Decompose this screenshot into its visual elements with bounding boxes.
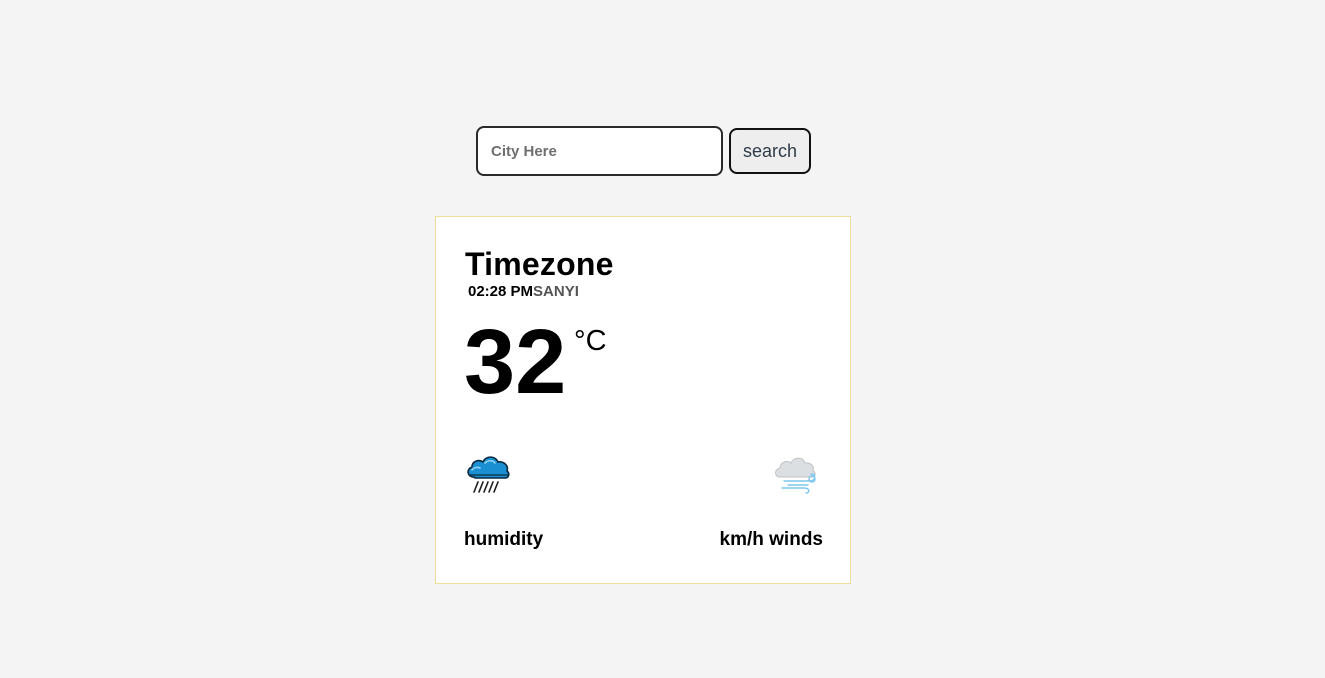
search-bar: search [476,126,811,176]
search-button[interactable]: search [729,128,811,174]
local-time: 02:28 PMSANYI [468,283,579,300]
timezone-abbreviation: SANYI [533,283,579,300]
time-value: 02:28 PM [468,283,534,300]
city-search-input[interactable] [476,126,723,176]
weather-card: Timezone 02:28 PMSANYI 32 °C humidity km… [435,216,851,584]
wind-cloud-icon [775,457,816,494]
temperature-value: 32 [464,311,567,413]
timezone-title: Timezone [465,246,614,282]
humidity-label: humidity [464,529,544,550]
temperature-unit: °C [574,325,607,357]
rain-cloud-icon [467,456,510,493]
wind-speed-label: km/h winds [719,529,823,550]
